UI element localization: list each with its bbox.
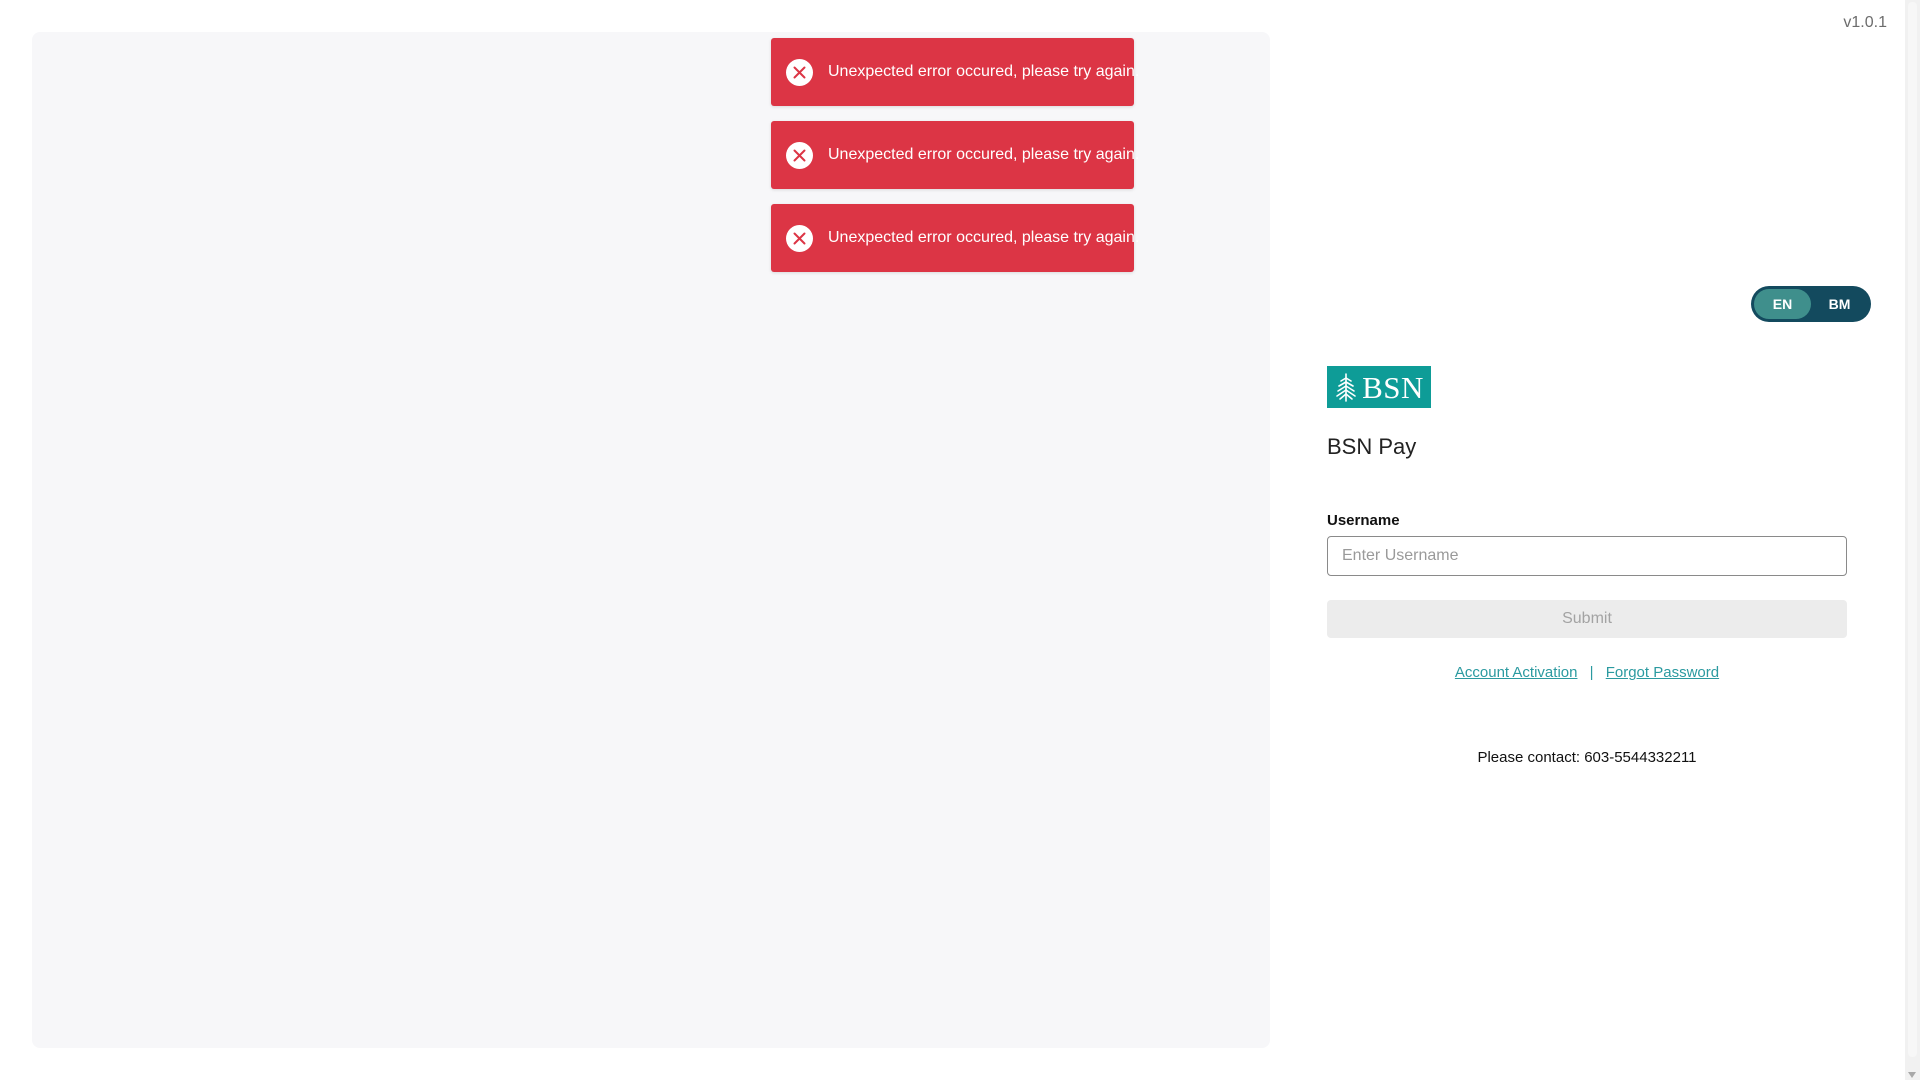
auth-links: Account Activation | Forgot Password	[1327, 664, 1847, 681]
forgot-password-link[interactable]: Forgot Password	[1606, 664, 1719, 681]
link-separator: |	[1589, 664, 1594, 681]
close-icon[interactable]	[786, 224, 813, 252]
account-activation-link[interactable]: Account Activation	[1455, 664, 1578, 681]
tree-icon	[1336, 373, 1356, 402]
language-option-bm[interactable]: BM	[1811, 289, 1868, 319]
logo-text: BSN	[1362, 369, 1424, 405]
toast-message: Unexpected error occured, please try aga…	[828, 63, 1140, 80]
toast-message: Unexpected error occured, please try aga…	[828, 229, 1140, 246]
error-toast[interactable]: Unexpected error occured, please try aga…	[771, 204, 1139, 272]
login-form: BSN BSN Pay Username Submit Account Acti…	[1327, 366, 1847, 766]
app-title: BSN Pay	[1327, 434, 1417, 459]
toast-message: Unexpected error occured, please try aga…	[828, 146, 1140, 163]
scrollbar-thumb[interactable]	[1908, 2, 1917, 1057]
close-icon[interactable]	[786, 58, 813, 86]
username-input[interactable]	[1327, 536, 1847, 576]
version-label: v1.0.1	[1843, 14, 1887, 31]
username-label: Username	[1327, 512, 1400, 529]
bsn-logo: BSN	[1327, 366, 1431, 408]
error-toast[interactable]: Unexpected error occured, please try aga…	[771, 121, 1139, 189]
close-icon[interactable]	[786, 141, 813, 169]
page-scrollbar[interactable]	[1905, 0, 1920, 1080]
submit-button[interactable]: Submit	[1327, 600, 1847, 638]
error-toast[interactable]: Unexpected error occured, please try aga…	[771, 38, 1139, 106]
scroll-down-arrow-icon[interactable]	[1908, 1072, 1916, 1078]
language-toggle[interactable]: EN BM	[1751, 286, 1871, 322]
contact-info: Please contact: 603-5544332211	[1477, 749, 1697, 766]
language-option-en[interactable]: EN	[1754, 289, 1811, 319]
login-page: Unexpected error occured, please try aga…	[0, 0, 1920, 1080]
toast-stack: Unexpected error occured, please try aga…	[771, 38, 1139, 272]
